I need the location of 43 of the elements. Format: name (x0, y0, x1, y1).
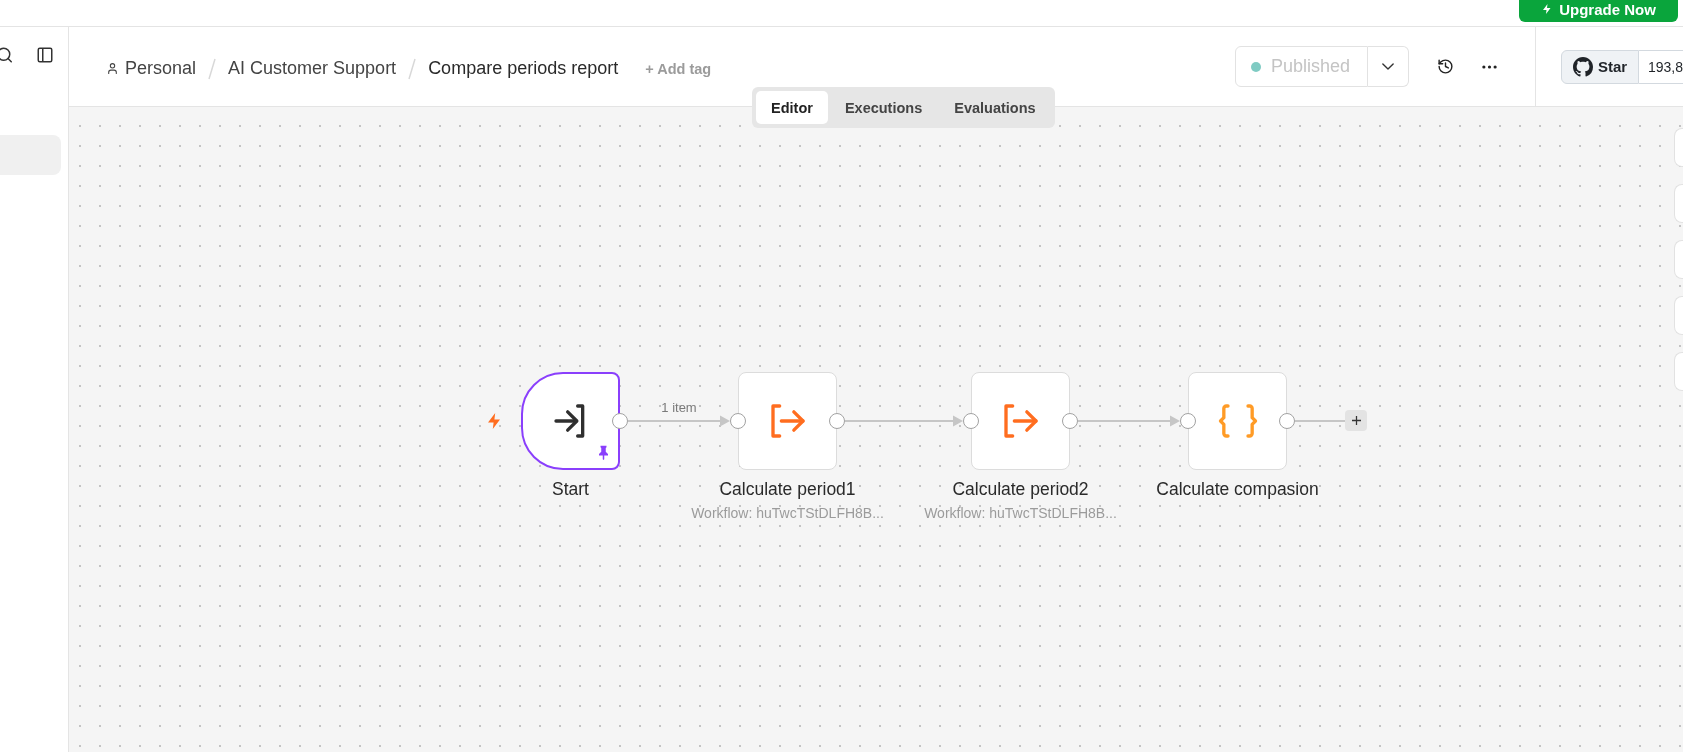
github-star-button[interactable]: Star (1561, 49, 1639, 84)
node-card[interactable] (521, 372, 620, 470)
add-node-button[interactable] (1345, 410, 1367, 431)
node-title: Calculate compasion (1156, 479, 1319, 500)
breadcrumb-separator (407, 57, 418, 80)
breadcrumb-link[interactable]: AI Customer Support (228, 58, 397, 79)
lightning-icon (488, 413, 500, 429)
input-handle[interactable] (1180, 413, 1196, 429)
canvas-control-button[interactable] (1674, 352, 1683, 391)
output-handle[interactable] (1279, 413, 1295, 429)
canvas-control-button[interactable] (1674, 184, 1683, 223)
node-title: Calculate period2 (952, 479, 1089, 500)
input-handle[interactable] (730, 413, 746, 429)
search-icon[interactable] (0, 46, 12, 64)
history-icon (1436, 58, 1454, 75)
canvas-control-button[interactable] (1674, 240, 1683, 279)
output-handle[interactable] (1062, 413, 1078, 429)
node-subtitle: Workflow: huTwcTStDLFH8B... (924, 505, 1117, 521)
person-icon (106, 62, 119, 75)
node-subtitle: Workflow: huTwcTStDLFH8B... (691, 505, 884, 521)
canvas-control-button[interactable] (1674, 128, 1683, 167)
breadcrumb-link[interactable]: Personal (125, 58, 197, 79)
more-dots-icon (1481, 64, 1497, 69)
view-tab[interactable]: Editor (756, 91, 828, 124)
github-icon (1572, 56, 1593, 77)
plus-icon (1351, 416, 1361, 425)
node-title: Start (552, 479, 589, 500)
input-handle[interactable] (963, 413, 979, 429)
pin-icon (598, 445, 609, 460)
sidebar-toggle-icon[interactable] (36, 46, 54, 64)
star-count[interactable]: 193,8 (1639, 49, 1683, 84)
connector-line (1295, 420, 1345, 422)
publish-menu-button[interactable] (1368, 46, 1409, 87)
edge-label: 1 item (661, 400, 697, 415)
output-handle[interactable] (612, 413, 628, 429)
status-dot-icon (1251, 61, 1261, 72)
braces-icon (1217, 401, 1258, 441)
output-handle[interactable] (829, 413, 845, 429)
breadcrumb-link[interactable]: Compare periods report (428, 58, 619, 79)
chevron-down-icon (1382, 63, 1394, 70)
node-title: Calculate period1 (719, 479, 856, 500)
breadcrumb-separator (207, 57, 218, 80)
canvas-control-button[interactable] (1674, 296, 1683, 335)
